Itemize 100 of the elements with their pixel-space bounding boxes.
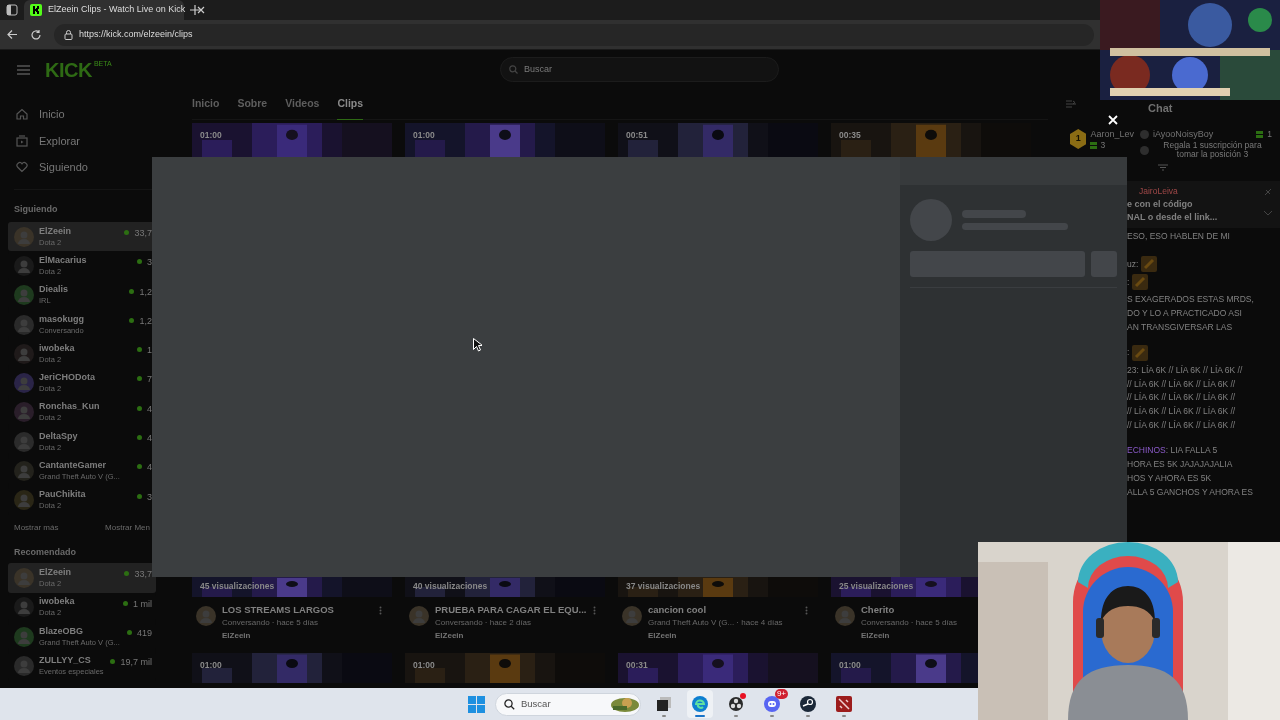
section-heading: Recomendado <box>14 545 77 559</box>
nav-item[interactable]: Siguiendo <box>14 154 152 181</box>
search-input[interactable]: Buscar <box>521 696 601 712</box>
channel-name: Ronchas_Kun <box>39 401 100 413</box>
reload-icon[interactable] <box>30 28 42 41</box>
close-icon[interactable] <box>1108 115 1118 125</box>
gift-count: 1 <box>1267 129 1272 139</box>
game-app-icon <box>836 696 852 712</box>
clip-duration: 00:35 <box>839 129 861 142</box>
tv-icon <box>16 134 28 147</box>
heart-icon <box>16 161 28 174</box>
viewer-count: 3 <box>147 256 152 270</box>
channel-name: PauChikita <box>39 489 86 501</box>
avatar-icon <box>14 461 34 481</box>
channel-name: ZULLYY_CS <box>39 655 91 666</box>
windows-start-icon[interactable] <box>468 695 485 713</box>
viewer-count: 1 mil <box>133 597 152 611</box>
close-tab-icon[interactable] <box>197 6 206 14</box>
channel-tab[interactable]: Videos <box>285 89 320 120</box>
channel-name: BlazeOBG <box>39 625 83 637</box>
avatar-icon <box>409 606 429 626</box>
avatar-icon <box>14 314 34 335</box>
gifter-name: Aaron_Lev <box>1090 129 1134 140</box>
notification-badge: 9+ <box>774 689 788 699</box>
viewer-count: 19,7 mil <box>120 656 152 670</box>
channel-name: JeriCHODota <box>39 372 95 384</box>
clip-duration: 00:51 <box>626 129 648 142</box>
show-less-link[interactable]: Mostrar Men <box>105 521 150 534</box>
viewer-count: 33,7 <box>134 568 152 582</box>
chat-message-text: HORA ES 5K JAJAJAJALIA <box>1127 458 1233 471</box>
chat-message-text: HOS Y AHORA ES 5K <box>1127 471 1212 485</box>
channel-name: ElZeein <box>39 567 71 579</box>
channel-name: iwobeka <box>39 596 75 608</box>
chat-message-text: uz: <box>1127 257 1139 271</box>
clip-author[interactable]: ElZeein <box>648 629 677 642</box>
avatar-icon <box>14 402 34 423</box>
mouse-cursor-icon <box>473 338 482 352</box>
channel-tab[interactable]: Clips <box>337 89 364 120</box>
avatar-icon <box>14 285 34 306</box>
avatar-icon <box>14 626 34 647</box>
gifter-name: iAyooNoisyBoy <box>1153 129 1215 139</box>
search-icon <box>504 698 515 710</box>
taskbar-search-field[interactable]: Buscar <box>495 692 641 716</box>
nav-item[interactable]: Explorar <box>14 127 152 154</box>
viewer-count: 33,7 <box>134 227 152 240</box>
show-more-link[interactable]: Mostrar más <box>14 521 59 534</box>
channel-name: iwobeka <box>39 342 75 354</box>
chat-message-text: // LÍA 6K // LÍA 6K // LÍA 6K // <box>1127 405 1236 418</box>
avatar-icon <box>622 606 642 626</box>
channel-name: ElZeein <box>39 225 71 237</box>
emote-icon <box>1132 344 1149 361</box>
viewer-count: 4 <box>147 432 152 446</box>
clip-author[interactable]: ElZeein <box>222 629 251 642</box>
back-icon[interactable] <box>7 29 18 40</box>
viewer-count: 4 <box>147 402 152 416</box>
avatar-icon <box>14 226 34 247</box>
nav-item[interactable]: Inicio <box>14 101 152 128</box>
chat-message-text: AN TRANSGIVERSAR LAS <box>1127 320 1233 334</box>
clip-author[interactable]: ElZeein <box>435 629 464 642</box>
chat-username: JairoLeiva <box>1139 185 1178 198</box>
viewer-count: 4 <box>147 461 152 475</box>
clip-duration: 01:00 <box>200 659 222 672</box>
clip-duration: 01:00 <box>413 129 435 142</box>
clip-duration: 00:31 <box>626 659 648 672</box>
avatar-icon <box>835 606 855 626</box>
taskbar-app[interactable]: 9+ <box>759 690 785 718</box>
window-app-icon <box>657 697 671 711</box>
avatar-icon <box>14 255 34 276</box>
clip-meta: Grand Theft Auto V (G... · hace 4 días <box>648 617 783 629</box>
clip-title[interactable]: cancion cool <box>648 603 707 616</box>
new-tab-icon[interactable] <box>190 5 200 15</box>
viewer-count: 419 <box>136 627 152 641</box>
chat-app-icon <box>764 696 780 712</box>
view-count: 40 visualizaciones <box>413 580 488 593</box>
viewer-count: 1 <box>147 344 152 358</box>
clip-title[interactable]: PRUEBA PARA CAGAR EL EQU... <box>435 603 587 616</box>
tab-actions-icon[interactable] <box>6 4 18 16</box>
chat-message-text: S EXAGERADOS ESTAS MRDS, <box>1127 293 1254 307</box>
search-input[interactable]: Buscar <box>524 62 770 77</box>
clip-title[interactable]: LOS STREAMS LARGOS <box>222 603 334 616</box>
avatar-icon <box>14 568 34 589</box>
avatar-icon <box>196 606 216 626</box>
clip-author[interactable]: ElZeein <box>861 629 890 642</box>
search-field[interactable]: Buscar <box>500 57 779 82</box>
channel-tab[interactable]: Inicio <box>192 89 220 120</box>
avatar-icon <box>14 343 34 364</box>
chat-message-text: : LIA FALLA 5 <box>1165 444 1218 458</box>
game-store-app-icon <box>800 696 816 712</box>
clip-meta: Conversando · hace 5 días <box>861 617 958 629</box>
home-icon <box>16 108 28 121</box>
address-bar[interactable]: https://kick.com/elzeein/clips <box>54 23 1094 46</box>
channel-tab[interactable]: Sobre <box>237 89 268 120</box>
clip-title[interactable]: Cherito <box>861 603 895 616</box>
pinned-message-text: e con el código <box>1127 197 1193 211</box>
browser-app-icon <box>692 696 708 712</box>
avatar-icon <box>14 490 34 511</box>
avatar-placeholder <box>910 199 952 241</box>
chat-title: Chat <box>1148 100 1173 116</box>
chat-message-text: // LÍA 6K // LÍA 6K // LÍA 6K // <box>1127 391 1236 405</box>
emote-icon <box>1132 273 1149 290</box>
